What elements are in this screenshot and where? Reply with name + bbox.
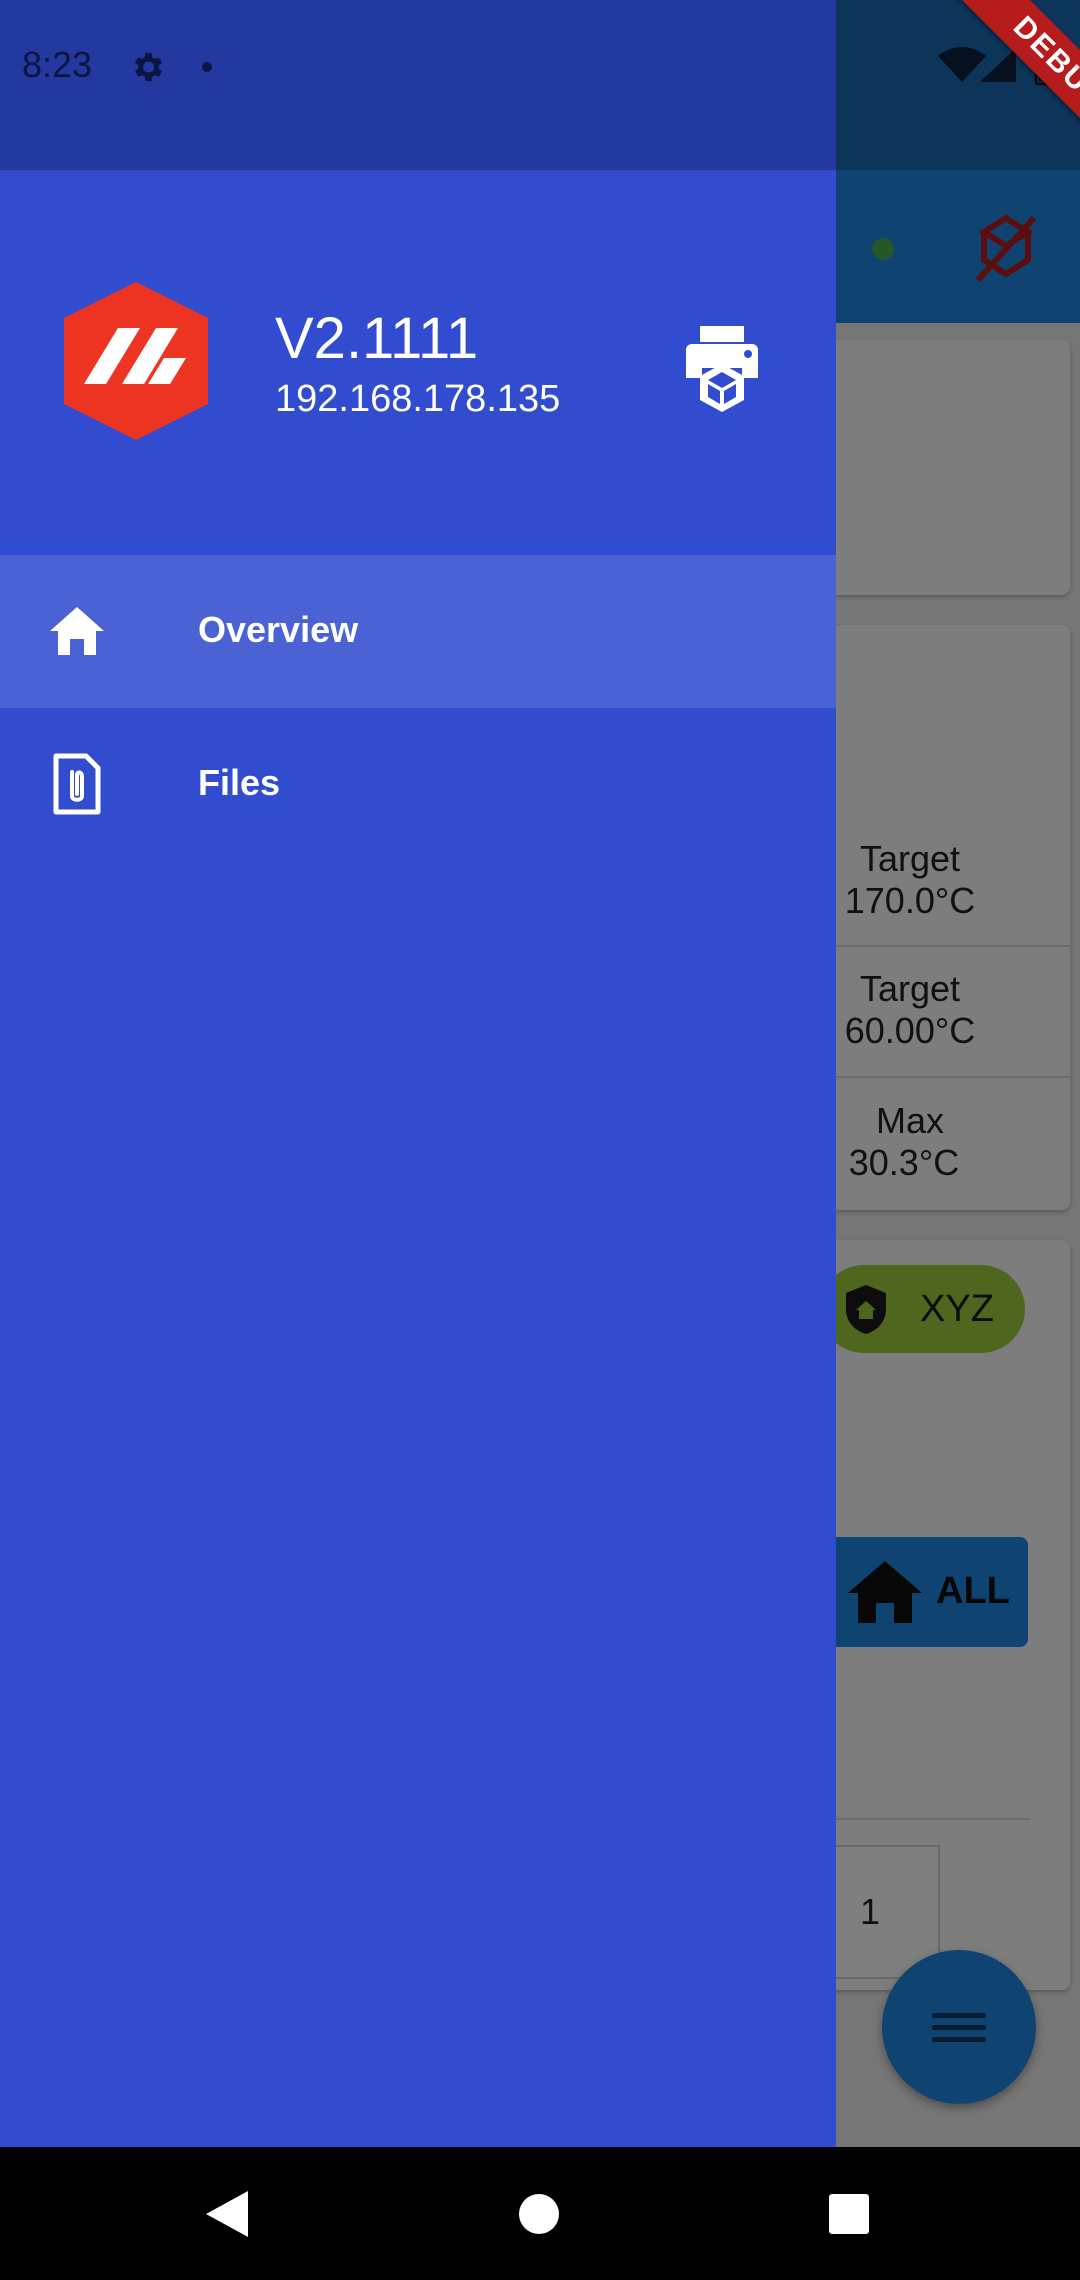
file-attachment-icon bbox=[53, 753, 101, 815]
recents-icon[interactable] bbox=[828, 2193, 870, 2235]
nav-item-label: Files bbox=[198, 762, 281, 803]
back-icon[interactable] bbox=[204, 2189, 250, 2239]
nav-item-label: Overview bbox=[198, 609, 359, 650]
home-circle-icon[interactable] bbox=[518, 2193, 560, 2235]
navigation-drawer: 8:23 V2.1111 192.168.178.135 Overview Fi… bbox=[0, 0, 836, 2147]
nav-item-files[interactable]: Files bbox=[0, 708, 836, 861]
nav-item-overview[interactable]: Overview bbox=[0, 555, 836, 708]
status-time: 8:23 bbox=[22, 44, 93, 85]
printer-brand-logo bbox=[64, 282, 208, 440]
drawer-status-area: 8:23 bbox=[0, 0, 836, 170]
notification-dot-icon bbox=[202, 62, 212, 72]
printer-name: V2.1111 bbox=[275, 306, 479, 371]
drawer-header: V2.1111 192.168.178.135 bbox=[0, 170, 836, 555]
system-navigation-bar bbox=[0, 2147, 1080, 2280]
printer-ip-address: 192.168.178.135 bbox=[275, 378, 561, 420]
printer-switch-icon[interactable] bbox=[672, 320, 768, 416]
home-icon bbox=[50, 607, 104, 655]
gear-icon bbox=[134, 52, 163, 82]
signal-icon bbox=[980, 48, 1016, 82]
